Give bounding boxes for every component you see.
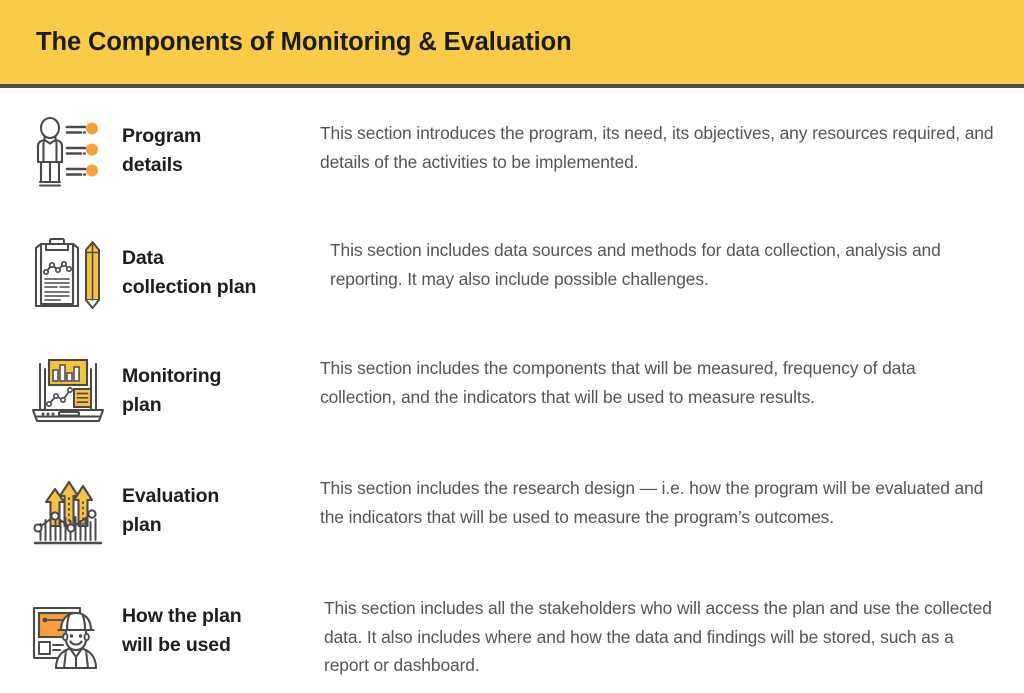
description-container: This section introduces the program, its… xyxy=(312,114,1024,176)
laptop-dashboard-icon xyxy=(31,358,105,423)
worker-presentation-board-icon xyxy=(32,606,98,670)
label-container: Monitoring plan xyxy=(122,354,312,420)
list-item-description: This section introduces the program, its… xyxy=(320,123,994,172)
clipboard-chart-pencil-icon xyxy=(34,238,100,309)
page-header: The Components of Monitoring & Evaluatio… xyxy=(0,0,1024,88)
list-item-label: Monitoring plan xyxy=(122,362,312,420)
list-item: Monitoring plan This section includes th… xyxy=(0,340,1024,460)
list-item-description: This section includes the research desig… xyxy=(320,478,984,527)
list-item-label-line2: collection plan xyxy=(122,276,257,299)
person-with-checklist-icon xyxy=(36,116,98,187)
description-container: This section includes the research desig… xyxy=(312,474,1024,531)
list-item-label-line1: How the plan xyxy=(122,605,242,627)
description-container: This section includes all the stakeholde… xyxy=(312,594,1024,680)
list-item: Data collection plan This section includ… xyxy=(0,220,1024,340)
list-item-label-line2: details xyxy=(122,154,183,177)
icon-container xyxy=(30,236,122,314)
list-item: Evaluation plan This section includes th… xyxy=(0,460,1024,580)
component-list: Program details This section introduces … xyxy=(0,88,1024,693)
icon-container xyxy=(30,114,122,190)
growth-arrows-bar-chart-icon xyxy=(33,480,103,545)
list-item: Program details This section introduces … xyxy=(0,100,1024,220)
list-item-description: This section includes data sources and m… xyxy=(330,240,941,289)
list-item-description: This section includes the components tha… xyxy=(320,358,916,407)
list-item-label-line1: Program xyxy=(122,125,202,147)
list-item-label-line1: Evaluation xyxy=(122,485,220,507)
list-item-label-line1: Data xyxy=(122,247,164,269)
description-container: This section includes the components tha… xyxy=(312,354,1024,411)
list-item-label: Program details xyxy=(122,122,312,180)
list-item-label: How the plan will be used xyxy=(122,602,312,660)
list-item-description: This section includes all the stakeholde… xyxy=(324,598,992,676)
list-item-label-line2: plan xyxy=(122,394,162,417)
description-container: This section includes data sources and m… xyxy=(318,236,1024,293)
label-container: Evaluation plan xyxy=(122,474,312,540)
list-item-label-line2: plan xyxy=(122,514,162,537)
infographic-page: The Components of Monitoring & Evaluatio… xyxy=(0,0,1024,693)
label-container: Data collection plan xyxy=(122,236,318,302)
icon-container xyxy=(30,354,122,428)
icon-container xyxy=(30,594,122,672)
list-item-label-line2: will be used xyxy=(122,634,231,657)
list-item: How the plan will be used This section i… xyxy=(0,580,1024,693)
list-item-label-line1: Monitoring xyxy=(122,365,222,387)
icon-container xyxy=(30,474,122,550)
page-title: The Components of Monitoring & Evaluatio… xyxy=(36,27,572,56)
list-item-label: Evaluation plan xyxy=(122,482,312,540)
list-item-label: Data collection plan xyxy=(122,244,318,302)
label-container: Program details xyxy=(122,114,312,180)
label-container: How the plan will be used xyxy=(122,594,312,660)
